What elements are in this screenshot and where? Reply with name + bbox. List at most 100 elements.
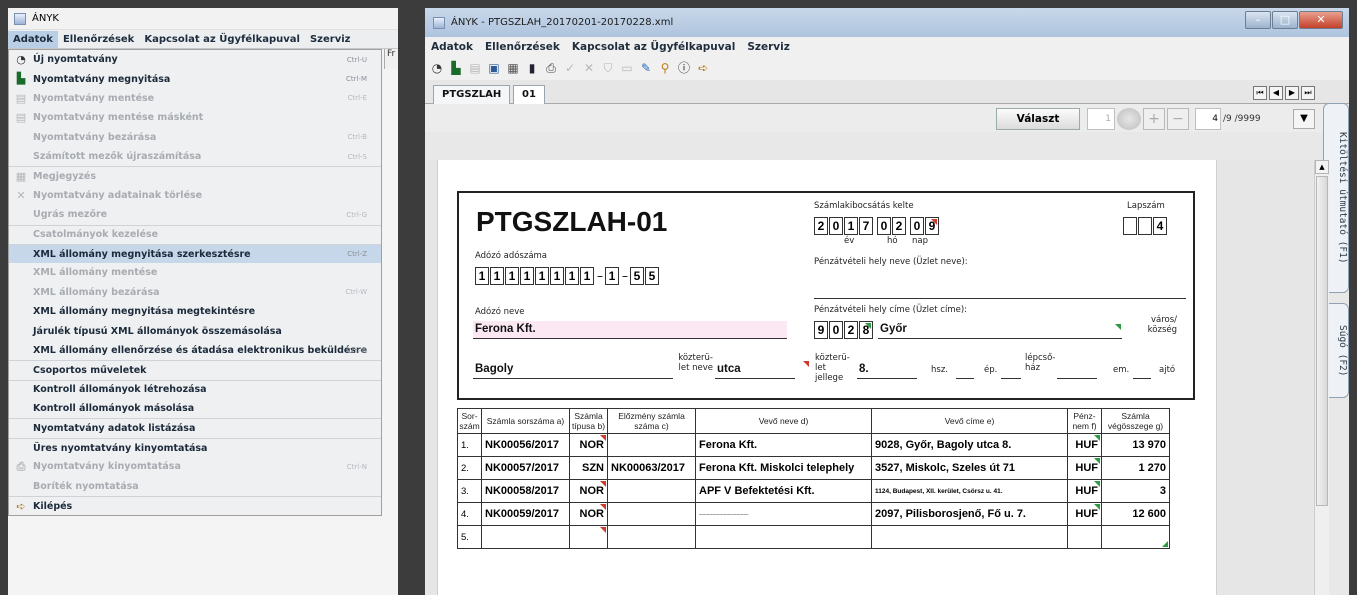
menu-item[interactable]: XML állomány mentése [9, 263, 381, 282]
cell-penznem[interactable]: HUF [1067, 433, 1102, 457]
cell-cim[interactable] [871, 525, 1068, 549]
menu-item[interactable]: ▦ Megjegyzés [9, 166, 381, 185]
menu-item[interactable]: Üres nyomtatvány kinyomtatása [9, 437, 381, 457]
menu-item[interactable]: Kontroll állományok létrehozása [9, 379, 381, 399]
cell-elozmeny[interactable] [607, 433, 696, 457]
menu-ellenorzesek[interactable]: Ellenőrzések [479, 41, 566, 53]
cell-sorszam[interactable]: NK00057/2017 [481, 456, 570, 480]
page-number-spinner[interactable]: 4 [1195, 108, 1221, 130]
add-page-button[interactable]: + [1143, 108, 1165, 130]
first-page-button[interactable]: ⏮ [1253, 86, 1267, 100]
prev-page-button[interactable]: ◀ [1269, 86, 1283, 100]
scroll-thumb[interactable] [1316, 176, 1328, 506]
cell-vevo[interactable]: Ferona Kft. Miskolci telephely [695, 456, 872, 480]
irsz-field[interactable]: 9028 [814, 321, 874, 339]
cross-icon[interactable]: ✕ [581, 60, 597, 76]
menu-item[interactable]: ➪ Kilépés [9, 495, 381, 515]
page-dropdown[interactable]: ▼ [1293, 109, 1315, 129]
menu-item[interactable]: ◔ Új nyomtatvány Ctrl-U [9, 50, 381, 69]
cell-penznem[interactable]: HUF [1067, 479, 1102, 503]
kozterulet-neve-field[interactable]: Bagoly [473, 361, 673, 378]
book-icon[interactable]: ▮ [524, 60, 540, 76]
menu-kapcsolat[interactable]: Kapcsolat az Ügyfélkapuval [566, 41, 741, 53]
cell-tipus[interactable]: NOR [569, 502, 608, 526]
cell-elozmeny[interactable] [607, 525, 696, 549]
cell-cim[interactable]: 3527, Miskolc, Szeles út 71 [871, 456, 1068, 480]
page-circle-button[interactable] [1117, 108, 1141, 130]
checkmark-icon[interactable]: ✓ [562, 60, 578, 76]
cell-osszeg[interactable]: 12 600 [1101, 502, 1170, 526]
remove-page-button[interactable]: − [1167, 108, 1189, 130]
menu-adatok[interactable]: Adatok [425, 41, 479, 53]
menu-ellenorzesek[interactable]: Ellenőrzések [58, 31, 139, 48]
valaszt-button[interactable]: Választ [996, 108, 1080, 130]
next-page-button[interactable]: ▶ [1285, 86, 1299, 100]
close-button[interactable]: ✕ [1299, 11, 1343, 29]
cell-osszeg[interactable] [1101, 525, 1170, 549]
cell-elozmeny[interactable] [607, 479, 696, 503]
cell-vevo[interactable]: ........................................… [695, 502, 872, 526]
mail-icon[interactable]: ▭ [619, 60, 635, 76]
menu-item[interactable]: XML állomány megnyitása megtekintésre [9, 302, 381, 321]
shield-icon[interactable]: ⛉ [600, 60, 616, 76]
cell-tipus[interactable]: SZN [569, 456, 608, 480]
menu-kapcsolat[interactable]: Kapcsolat az Ügyfélkapuval [139, 31, 305, 48]
cell-sorszam[interactable] [481, 525, 570, 549]
menu-item[interactable]: ⎙ Nyomtatvány kinyomtatása Ctrl-N [9, 457, 381, 476]
menu-item[interactable]: ✕ Nyomtatvány adatainak törlése [9, 186, 381, 205]
menu-item[interactable]: XML állomány ellenőrzése és átadása elek… [9, 341, 381, 360]
cell-vevo[interactable]: APF V Befektetési Kft. [695, 479, 872, 503]
cell-penznem[interactable] [1067, 525, 1102, 549]
menu-item[interactable]: Kontroll állományok másolása [9, 399, 381, 418]
pen-icon[interactable]: ✎ [638, 60, 654, 76]
cell-elozmeny[interactable]: NK00063/2017 [607, 456, 696, 480]
menu-item[interactable]: Járulék típusú XML állományok összemásol… [9, 321, 381, 340]
cell-tipus[interactable] [569, 525, 608, 549]
new-form-icon[interactable]: ◔ [429, 60, 445, 76]
tab-01[interactable]: 01 [513, 85, 545, 104]
varos-field[interactable]: Győr [878, 321, 1122, 338]
cell-tipus[interactable]: NOR [569, 479, 608, 503]
search-icon[interactable]: ⚲ [657, 60, 673, 76]
cell-vevo[interactable] [695, 525, 872, 549]
save-icon[interactable]: ▤ [467, 60, 483, 76]
menu-item[interactable]: ▙ Nyomtatvány megnyitása Ctrl-M [9, 69, 381, 88]
menu-item[interactable]: ▤ Nyomtatvány mentése Ctrl-E [9, 89, 381, 108]
cell-sorszam[interactable]: NK00056/2017 [481, 433, 570, 457]
menu-szerviz[interactable]: Szerviz [741, 41, 796, 53]
open-form-icon[interactable]: ▙ [448, 60, 464, 76]
scroll-up-icon[interactable]: ▲ [1315, 160, 1329, 174]
cell-cim[interactable]: 2097, Pilisborosjenő, Fő u. 7. [871, 502, 1068, 526]
print-icon[interactable]: ⎙ [543, 60, 559, 76]
cell-sorszam[interactable]: NK00059/2017 [481, 502, 570, 526]
cell-penznem[interactable]: HUF [1067, 502, 1102, 526]
adozo-neve-field[interactable]: Ferona Kft. [473, 321, 787, 338]
info-icon[interactable]: ⓘ [676, 60, 692, 76]
menu-szerviz[interactable]: Szerviz [305, 31, 356, 48]
page-input[interactable]: 1 [1087, 108, 1115, 130]
lapszam-field[interactable]: 4 [1123, 217, 1168, 235]
maximize-button[interactable]: □ [1272, 11, 1298, 29]
menu-item[interactable]: Csatolmányok kezelése [9, 224, 381, 244]
cell-osszeg[interactable]: 1 270 [1101, 456, 1170, 480]
menu-item[interactable]: XML állomány bezárása Ctrl-W [9, 283, 381, 302]
last-page-button[interactable]: ⏭ [1301, 86, 1315, 100]
exit-icon[interactable]: ➪ [695, 60, 711, 76]
cell-cim[interactable]: 9028, Győr, Bagoly utca 8. [871, 433, 1068, 457]
menu-item[interactable]: Számított mezők újraszámítása Ctrl-S [9, 147, 381, 166]
menu-item[interactable]: Ugrás mezőre Ctrl-G [9, 205, 381, 224]
cell-sorszam[interactable]: NK00058/2017 [481, 479, 570, 503]
date-field[interactable]: 20170209 [814, 217, 940, 235]
menu-item[interactable]: Nyomtatvány bezárása Ctrl-B [9, 128, 381, 147]
menu-adatok[interactable]: Adatok [8, 30, 58, 48]
cell-elozmeny[interactable] [607, 502, 696, 526]
cell-osszeg[interactable]: 3 [1101, 479, 1170, 503]
menu-item[interactable]: Csoportos műveletek [9, 360, 381, 379]
menu-item[interactable]: ▤ Nyomtatvány mentése másként [9, 108, 381, 127]
minimize-button[interactable]: – [1245, 11, 1271, 29]
kozterulet-jellege-field[interactable]: utca [715, 361, 795, 378]
check-icon[interactable]: ▦ [505, 60, 521, 76]
cell-tipus[interactable]: NOR [569, 433, 608, 457]
hsz-field[interactable]: 8. [857, 361, 917, 378]
menu-item[interactable]: XML állomány megnyitása szerkesztésre Ctr… [9, 243, 381, 264]
